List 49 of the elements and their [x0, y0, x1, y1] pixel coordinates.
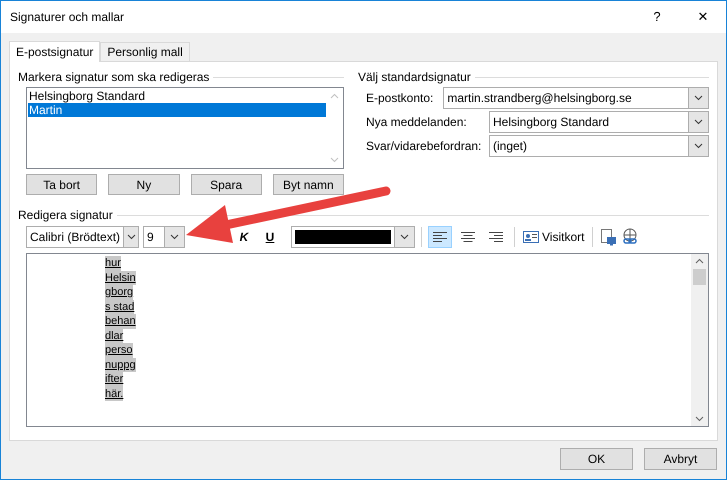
- signature-list[interactable]: Helsingborg Standard Martin: [26, 87, 344, 169]
- help-button[interactable]: ?: [634, 1, 680, 33]
- dropdown[interactable]: (inget): [489, 135, 709, 157]
- tab[interactable]: Personlig mall: [100, 42, 190, 61]
- contact-card-icon: [523, 231, 539, 243]
- close-button[interactable]: ✕: [680, 1, 726, 33]
- chevron-down-icon: [126, 234, 136, 240]
- align-left-icon: [433, 232, 447, 242]
- chevron-down-icon: [694, 95, 703, 101]
- group-heading: Markera signatur som ska redigeras: [18, 69, 210, 86]
- align-center-icon: [461, 232, 475, 242]
- italic-button[interactable]: K: [233, 226, 255, 248]
- dropdown[interactable]: 9: [143, 226, 185, 248]
- scroll-up-icon: [695, 258, 704, 264]
- align-right-icon: [489, 232, 503, 242]
- dialog-button[interactable]: OK: [560, 448, 633, 470]
- list-item[interactable]: Martin: [28, 103, 326, 117]
- scroll-down-icon: [330, 157, 338, 163]
- signature-editor[interactable]: hur Helsin gborg s stad behan dlar perso nuppg ifter här.: [26, 253, 709, 427]
- list-item[interactable]: Helsingborg Standard: [28, 89, 326, 103]
- scroll-up-icon: [330, 93, 338, 99]
- scroll-down-icon: [695, 416, 704, 422]
- dropdown[interactable]: Helsingborg Standard: [489, 111, 709, 133]
- align-button[interactable]: [428, 226, 452, 248]
- tab[interactable]: E-postsignatur: [9, 41, 100, 62]
- group-heading: Redigera signatur: [18, 207, 113, 224]
- dialog-button[interactable]: Avbryt: [644, 448, 717, 470]
- underline-button[interactable]: U: [259, 226, 281, 248]
- scrollbar[interactable]: [691, 254, 708, 426]
- window-title: Signaturer och mallar: [10, 9, 126, 26]
- field-label: E-postkonto:: [366, 90, 434, 107]
- action-button[interactable]: Spara: [190, 174, 262, 195]
- chevron-down-icon: [694, 143, 703, 149]
- hyperlink-icon[interactable]: [621, 228, 640, 246]
- field-label: Svar/vidarebefordran:: [366, 138, 482, 155]
- font-color-dropdown[interactable]: [291, 226, 415, 248]
- action-button[interactable]: Ny: [108, 174, 180, 195]
- dropdown[interactable]: martin.strandberg@helsingborg.se: [443, 87, 709, 109]
- field-label: Nya meddelanden:: [366, 114, 467, 131]
- action-button[interactable]: Ta bort: [26, 174, 98, 195]
- scroll-thumb[interactable]: [693, 269, 706, 285]
- picture-insert-icon[interactable]: [599, 228, 618, 246]
- chevron-down-icon: [400, 234, 409, 240]
- action-button[interactable]: Byt namn: [272, 174, 344, 195]
- group-heading: Välj standardsignatur: [358, 69, 471, 86]
- business-card-button[interactable]: Visitkort: [521, 226, 586, 248]
- chevron-down-icon: [170, 234, 179, 240]
- chevron-down-icon: [694, 119, 703, 125]
- dropdown[interactable]: Calibri (Brödtext): [26, 226, 139, 248]
